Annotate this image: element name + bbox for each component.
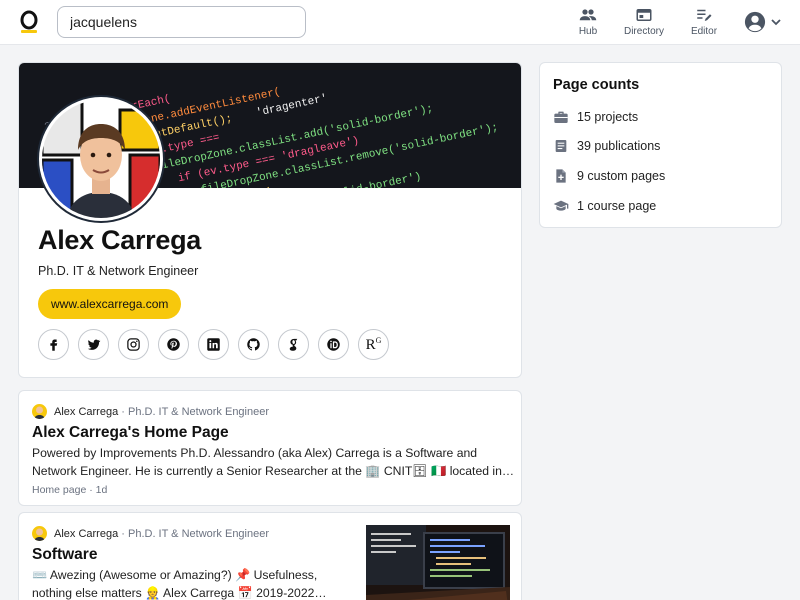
post-author-role: · Ph.D. IT & Network Engineer xyxy=(121,527,270,540)
twitter-icon xyxy=(87,339,101,350)
profile-name: Alex Carrega xyxy=(38,225,201,255)
nav-hub[interactable]: Hub xyxy=(558,6,618,40)
post-meta: Home page · 1d xyxy=(32,484,108,496)
website-link[interactable]: www.alexcarrega.com xyxy=(38,289,182,319)
post-excerpt-line: Powered by Improvements Ph.D. Alessandro… xyxy=(32,446,478,460)
document-icon xyxy=(555,140,567,152)
instagram-icon xyxy=(127,338,140,351)
graduation-cap-icon xyxy=(553,200,569,211)
briefcase-icon xyxy=(554,111,568,123)
count-projects-label: 15 projects xyxy=(577,110,639,124)
count-projects[interactable]: 15 projects xyxy=(553,107,638,127)
people-icon xyxy=(579,9,597,21)
post-author-row: Alex Carrega · Ph.D. IT & Network Engine… xyxy=(32,526,269,541)
count-publications-label: 39 publications xyxy=(577,139,661,153)
post-excerpt: ⌨️ Awezing (Awesome or Amazing?) 📌 Usefu… xyxy=(32,566,327,600)
post-excerpt: Powered by Improvements Ph.D. Alessandro… xyxy=(32,444,514,480)
nav-editor-label: Editor xyxy=(690,26,718,37)
post-thumbnail[interactable] xyxy=(366,525,510,600)
count-course-page[interactable]: 1 course page xyxy=(553,196,656,216)
researchgate-letter: R xyxy=(365,336,376,353)
github-button[interactable] xyxy=(238,329,269,360)
chevron-down-icon xyxy=(771,19,781,26)
post-title[interactable]: Alex Carrega's Home Page xyxy=(32,424,229,442)
count-custom-pages[interactable]: 9 custom pages xyxy=(553,166,665,186)
edit-note-icon xyxy=(697,9,712,21)
nav-directory-label: Directory xyxy=(623,26,664,37)
github-icon xyxy=(247,338,260,351)
author-avatar xyxy=(32,404,47,419)
page-counts-title: Page counts xyxy=(553,77,640,93)
google-scholar-icon xyxy=(289,338,298,351)
instagram-button[interactable] xyxy=(118,329,149,360)
facebook-icon xyxy=(50,339,58,351)
post-card-software[interactable]: Alex Carrega · Ph.D. IT & Network Engine… xyxy=(18,512,522,600)
pinterest-button[interactable] xyxy=(158,329,189,360)
top-bar: Hub Directory Editor xyxy=(0,0,800,45)
profile-avatar xyxy=(39,97,163,221)
directory-icon xyxy=(636,9,652,21)
researchgate-superscript: G xyxy=(375,335,382,345)
nav-directory[interactable]: Directory xyxy=(614,6,674,40)
post-author-name[interactable]: Alex Carrega xyxy=(54,406,118,418)
laptop-photo xyxy=(366,525,510,600)
post-title[interactable]: Software xyxy=(32,546,97,564)
count-custom-pages-label: 9 custom pages xyxy=(577,169,666,183)
researchgate-button[interactable]: RG xyxy=(358,329,389,360)
post-author-row: Alex Carrega · Ph.D. IT & Network Engine… xyxy=(32,404,269,419)
researchgate-icon: RG xyxy=(365,335,382,353)
avatar-illustration xyxy=(42,100,160,218)
app-logo-icon[interactable] xyxy=(18,10,40,34)
post-excerpt-line: ⌨️ Awezing (Awesome or Amazing?) 📌 Usefu… xyxy=(32,568,318,582)
google-scholar-button[interactable] xyxy=(278,329,309,360)
account-menu[interactable] xyxy=(744,11,784,33)
post-excerpt-line: Network Engineer. He is currently a Seni… xyxy=(32,464,515,478)
linkedin-button[interactable] xyxy=(198,329,229,360)
post-excerpt-line: nothing else matters 👷 Alex Carrega 📅 20… xyxy=(32,586,327,600)
count-course-page-label: 1 course page xyxy=(577,199,657,213)
profile-card: events.forEach( fileDropZone.addEventLis… xyxy=(18,62,522,378)
orcid-button[interactable] xyxy=(318,329,349,360)
post-card-home[interactable]: Alex Carrega · Ph.D. IT & Network Engine… xyxy=(18,390,522,506)
account-circle-icon xyxy=(744,11,766,33)
linkedin-icon xyxy=(207,338,220,351)
post-author-role: · Ph.D. IT & Network Engineer xyxy=(121,405,270,418)
count-publications[interactable]: 39 publications xyxy=(553,136,660,156)
nav-editor[interactable]: Editor xyxy=(674,6,734,40)
post-author-name[interactable]: Alex Carrega xyxy=(54,528,118,540)
search-input[interactable] xyxy=(57,6,306,38)
twitter-button[interactable] xyxy=(78,329,109,360)
page-counts-card: Page counts 15 projects 39 publications … xyxy=(539,62,782,228)
file-plus-icon xyxy=(556,169,566,183)
facebook-button[interactable] xyxy=(38,329,69,360)
orcid-icon xyxy=(327,338,340,351)
author-avatar xyxy=(32,526,47,541)
nav-hub-label: Hub xyxy=(578,26,598,37)
profile-role: Ph.D. IT & Network Engineer xyxy=(38,264,199,278)
pinterest-icon xyxy=(167,338,180,351)
